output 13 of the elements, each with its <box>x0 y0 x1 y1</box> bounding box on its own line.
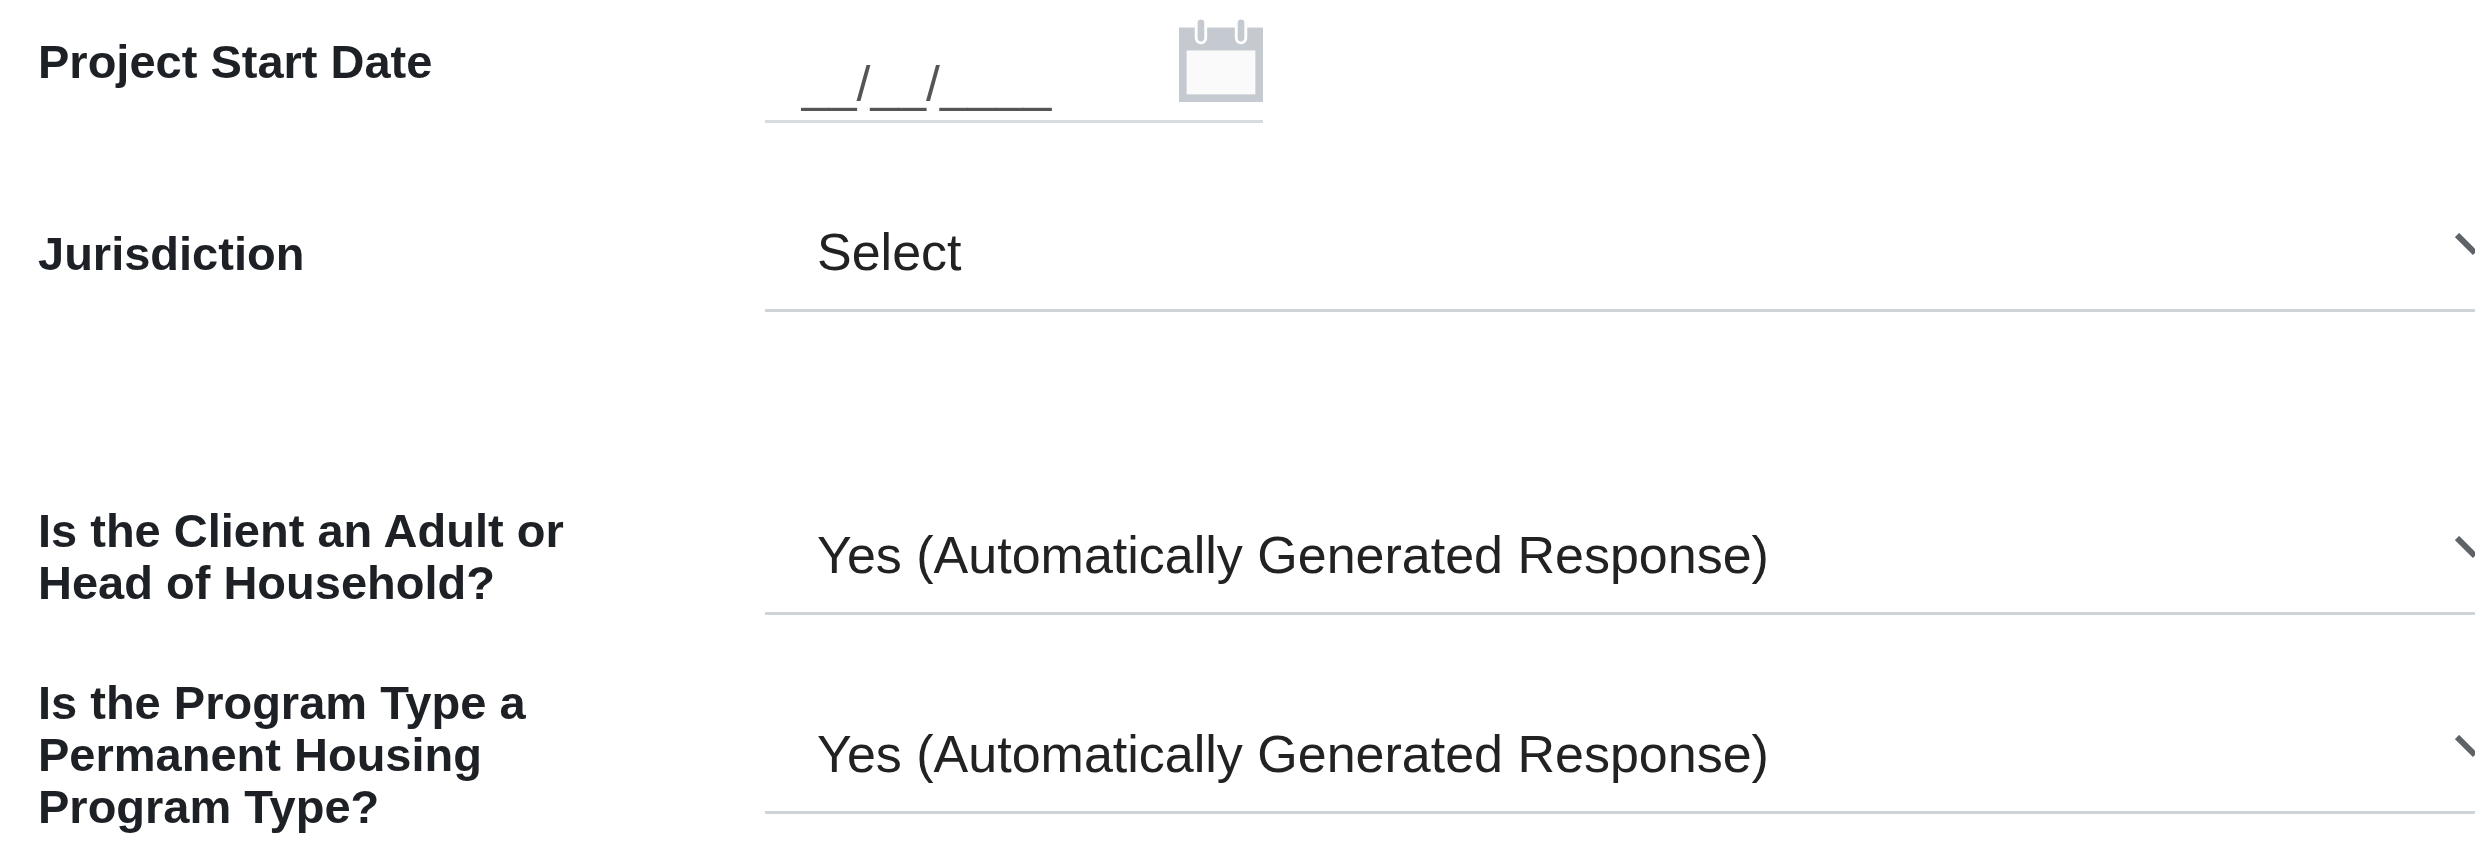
calendar-icon[interactable] <box>1179 16 1263 104</box>
select-dropdown[interactable]: Yes (Automatically Generated Response) <box>765 696 2475 814</box>
date-field[interactable]: __/__/____ <box>765 0 1263 123</box>
chevron-icon <box>2455 233 2475 257</box>
select-dropdown[interactable]: Select <box>765 195 2475 312</box>
field-label: Project Start Date <box>38 35 434 88</box>
chevron-icon <box>2455 734 2475 759</box>
field-label: Jurisdiction <box>38 227 306 280</box>
field-label: Is the Program Type a Permanent Housing Program Type? <box>38 677 527 833</box>
chevron-icon <box>2455 536 2475 560</box>
select-dropdown[interactable]: Yes (Automatically Generated Response) <box>765 498 2475 615</box>
date-input[interactable]: __/__/____ <box>801 56 1091 112</box>
field-label: Is the Client an Adult or Head of Household? <box>38 504 565 609</box>
